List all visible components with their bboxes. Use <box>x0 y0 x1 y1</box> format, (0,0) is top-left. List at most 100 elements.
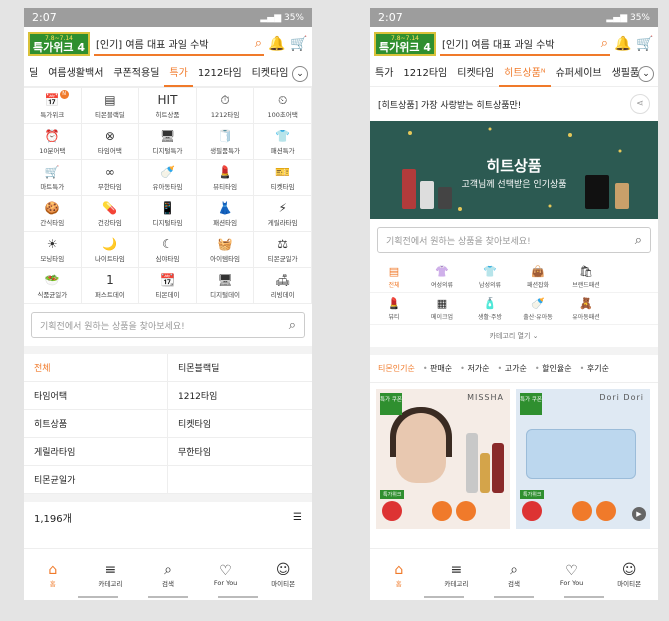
search-input[interactable]: [인기] 여름 대표 과일 수박 ⌕ <box>94 32 264 56</box>
grid-item[interactable]: 🛋 리빙데이 <box>254 268 312 304</box>
grid-item[interactable]: 📅 특가위크 N <box>24 88 82 124</box>
bell-icon[interactable]: 🔔 <box>268 36 286 52</box>
category-item[interactable]: 티켓타임 <box>168 410 312 438</box>
grid-item[interactable]: ☾ 심야타임 <box>139 232 197 268</box>
grid-item[interactable]: 📆 티몬데이 <box>139 268 197 304</box>
grid-item[interactable]: ⏰ 10분어택 <box>24 124 82 160</box>
category-item[interactable] <box>168 466 312 494</box>
bell-icon[interactable]: 🔔 <box>614 36 632 52</box>
tab-3-active[interactable]: 특가 <box>164 61 193 87</box>
nav-item[interactable]: ⌕ 검색 <box>485 549 543 600</box>
nav-item[interactable]: ⌂ 홈 <box>370 549 428 600</box>
grid-item[interactable]: 1 퍼스트데이 <box>81 268 140 304</box>
search-icon[interactable]: ⌕ <box>635 233 642 248</box>
category-item[interactable]: 👜 패션잡화 <box>514 261 562 293</box>
grid-item[interactable]: 🍼 유아동타임 <box>139 160 197 196</box>
search-icon[interactable]: ⌕ <box>289 318 296 333</box>
tab-2[interactable]: 쿠폰적용딜 <box>108 61 164 87</box>
tab-2[interactable]: 티켓타임 <box>452 61 499 87</box>
nav-item[interactable]: ♡ For You <box>543 549 601 600</box>
grid-item[interactable]: 🌙 나이트타임 <box>81 232 140 268</box>
category-item[interactable]: 🧴 생활·주방 <box>466 293 514 325</box>
tab-4[interactable]: 슈퍼세이브 <box>551 61 607 87</box>
product-card[interactable]: 특가 쿠폰 MISSHA 특가위크 <box>376 389 510 529</box>
search-input[interactable]: [인기] 여름 대표 과일 수박 ⌕ <box>440 32 610 56</box>
play-icon[interactable]: ▶ <box>632 507 646 521</box>
tab-0[interactable]: 특가 <box>370 61 398 87</box>
grid-item[interactable]: 🖥 디지털특가 <box>139 124 197 160</box>
grid-item[interactable]: 📱 디지털타임 <box>139 196 197 232</box>
grid-item[interactable]: 🍪 간식타임 <box>24 196 82 232</box>
grid-item[interactable]: 👗 패션타임 <box>196 196 255 232</box>
category-item[interactable]: 👚 여성의류 <box>418 261 466 293</box>
tab-4[interactable]: 1212타임 <box>193 61 247 87</box>
grid-item[interactable]: 💄 뷰티타임 <box>196 160 255 196</box>
nav-item[interactable]: ⌂ 홈 <box>24 549 82 600</box>
tab-0[interactable]: 딜 <box>24 61 43 87</box>
chevron-down-icon[interactable]: ⌄ <box>638 66 654 82</box>
grid-item[interactable]: ⏱ 1212타임 <box>196 88 255 124</box>
category-item[interactable]: 무한타임 <box>168 438 312 466</box>
sort-option[interactable]: 고가순 <box>498 363 527 374</box>
tab-5[interactable]: 티켓타임 <box>247 61 294 87</box>
nav-item[interactable]: ≡ 카테고리 <box>428 549 486 600</box>
nav-item[interactable]: ☺ 마이티몬 <box>254 549 312 600</box>
logo[interactable]: 7.8~7.14 특가위크 4 <box>28 32 90 56</box>
grid-item[interactable]: ⊗ 타임어택 <box>81 124 140 160</box>
category-item[interactable]: ▦ 메이크업 <box>418 293 466 325</box>
nav-item[interactable]: ♡ For You <box>197 549 255 600</box>
open-category-button[interactable]: 카테고리 열기 ⌄ <box>370 325 658 347</box>
category-item[interactable]: 히트상품 <box>24 410 168 438</box>
grid-item[interactable]: ⚖ 티몬균일가 <box>254 232 312 268</box>
grid-item[interactable]: 🖥 디지털데이 <box>196 268 255 304</box>
nav-item[interactable]: ☺ 마이티몬 <box>600 549 658 600</box>
grid-item[interactable]: 🧻 생필품특가 <box>196 124 255 160</box>
share-icon[interactable]: ⋖ <box>630 94 650 114</box>
grid-item[interactable]: 👕 패션특가 <box>254 124 312 160</box>
category-item[interactable] <box>610 293 658 325</box>
search-icon[interactable]: ⌕ <box>601 36 608 51</box>
grid-item[interactable]: 💊 건강타임 <box>81 196 140 232</box>
category-item[interactable]: 전체 <box>24 354 168 382</box>
category-item[interactable]: 타임어택 <box>24 382 168 410</box>
category-item[interactable]: 👕 남성의류 <box>466 261 514 293</box>
chevron-down-icon[interactable]: ⌄ <box>292 66 308 82</box>
cart-icon[interactable]: 🛒 <box>636 36 654 52</box>
grid-item[interactable]: 🥗 식품균일가 <box>24 268 82 304</box>
tab-3-active[interactable]: 히트상품ᴺ <box>499 61 551 87</box>
grid-item[interactable]: ☀ 모닝타임 <box>24 232 82 268</box>
sort-option[interactable]: 할인율순 <box>535 363 571 374</box>
nav-item[interactable]: ⌕ 검색 <box>139 549 197 600</box>
search-icon[interactable]: ⌕ <box>255 36 262 51</box>
category-item[interactable] <box>610 261 658 293</box>
sort-option[interactable]: 티몬인기순 <box>378 363 415 374</box>
category-item[interactable]: 🛍 브랜드패션 <box>562 261 610 293</box>
category-item[interactable]: 티몬균일가 <box>24 466 168 494</box>
tab-1[interactable]: 1212타임 <box>398 61 452 87</box>
grid-item[interactable]: HIT 히트상품 <box>139 88 197 124</box>
category-item[interactable]: 게릴라타임 <box>24 438 168 466</box>
grid-item[interactable]: ⚡ 게릴라타임 <box>254 196 312 232</box>
category-item[interactable]: ▤ 전체 <box>370 261 418 293</box>
category-item[interactable]: 티몬블랙딜 <box>168 354 312 382</box>
list-view-icon[interactable]: ☰ <box>293 512 302 523</box>
sort-option[interactable]: 후기순 <box>580 363 609 374</box>
planning-search-input[interactable]: 기획전에서 원하는 상품을 찾아보세요! ⌕ <box>31 312 305 338</box>
cart-icon[interactable]: 🛒 <box>290 36 308 52</box>
category-item[interactable]: 🧸 유아동패션 <box>562 293 610 325</box>
sort-option[interactable]: 저가순 <box>460 363 489 374</box>
category-item[interactable]: 💄 뷰티 <box>370 293 418 325</box>
category-item[interactable]: 1212타임 <box>168 382 312 410</box>
grid-item[interactable]: ▤ 티몬블랙딜 <box>81 88 140 124</box>
tab-1[interactable]: 여름생활백서 <box>43 61 108 87</box>
banner[interactable]: 히트상품 고객님께 선택받은 인기상품 <box>370 121 658 219</box>
logo[interactable]: 7.8~7.14 특가위크 4 <box>374 32 436 56</box>
planning-search-input[interactable]: 기획전에서 원하는 상품을 찾아보세요! ⌕ <box>377 227 651 253</box>
grid-item[interactable]: 🎫 티켓타임 <box>254 160 312 196</box>
grid-item[interactable]: 🛒 마트특가 <box>24 160 82 196</box>
sort-option[interactable]: 판매순 <box>423 363 452 374</box>
grid-item[interactable]: 🧺 아이템타임 <box>196 232 255 268</box>
category-item[interactable]: 🍼 출산·유아동 <box>514 293 562 325</box>
product-card[interactable]: 특가 쿠폰 Dori Dori 특가위크 ▶ <box>516 389 650 529</box>
nav-item[interactable]: ≡ 카테고리 <box>82 549 140 600</box>
